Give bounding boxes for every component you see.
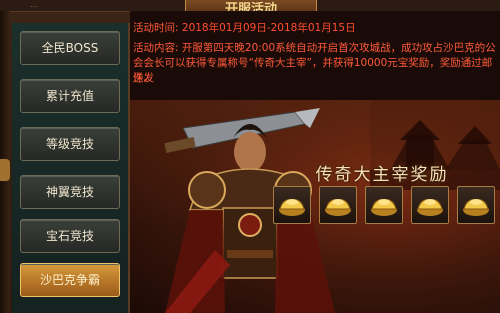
activity-info: 活动时间: 2018年01月09日-2018年01月15日 活动内容: 开服第四…: [130, 11, 500, 101]
activity-window: … 开服活动 全民BOSS 累计充值 等级竞技 神翼竞技 宝石竞技 沙巴克争霸 …: [0, 0, 500, 313]
sidebar-item-level[interactable]: 等级竞技: [20, 127, 120, 161]
left-edge: [0, 11, 10, 313]
content-line-2: 会会长可以获得专属称号“传奇大主宰”，并获得10000元宝奖励，奖励通过邮件发: [133, 57, 493, 84]
content-row-1: 活动内容: 开服第四天晚20:00系统自动开启首次攻城战，成功攻占沙巴克的公: [133, 41, 496, 56]
sidebar-item-wings[interactable]: 神翼竞技: [20, 175, 120, 209]
sidebar-item-sabac[interactable]: 沙巴克争霸: [20, 263, 120, 297]
content-label: 活动内容:: [133, 42, 179, 54]
collapse-handle[interactable]: [0, 159, 10, 181]
reward-slot-3[interactable]: [365, 186, 403, 224]
sidebar-item-recharge[interactable]: 累计充值: [20, 79, 120, 113]
gold-ingot-icon: [325, 199, 351, 216]
gold-ingot-icon: [463, 199, 489, 216]
gold-ingot-icon: [279, 199, 305, 216]
sidebar-item-boss[interactable]: 全民BOSS: [20, 31, 120, 65]
content-line-3: 送。: [133, 72, 154, 84]
reward-banner: 传奇大主宰奖励: [130, 100, 500, 313]
gold-ingot-icon: [417, 199, 443, 216]
gold-ingot-icon: [371, 199, 397, 216]
warrior-hero-illustration: [164, 108, 335, 313]
sidebar-item-gems[interactable]: 宝石竞技: [20, 219, 120, 253]
activity-sidebar: 全民BOSS 累计充值 等级竞技 神翼竞技 宝石竞技 沙巴克争霸: [12, 23, 130, 313]
time-range: 2018年01月09日-2018年01月15日: [181, 22, 356, 34]
reward-slot-2[interactable]: [319, 186, 357, 224]
reward-slot-1[interactable]: [273, 186, 311, 224]
top-strip-text: …: [30, 0, 38, 9]
time-label: 活动时间:: [133, 22, 179, 34]
time-row: 活动时间: 2018年01月09日-2018年01月15日: [133, 21, 356, 36]
content-row-3: 送。: [133, 71, 154, 86]
content-line-1: 开服第四天晚20:00系统自动开启首次攻城战，成功攻占沙巴克的公: [181, 42, 496, 54]
content-row-2: 会会长可以获得专属称号“传奇大主宰”，并获得10000元宝奖励，奖励通过邮件发: [133, 56, 500, 86]
reward-slot-4[interactable]: [411, 186, 449, 224]
reward-slot-5[interactable]: [457, 186, 495, 224]
reward-title: 传奇大主宰奖励: [315, 165, 449, 185]
